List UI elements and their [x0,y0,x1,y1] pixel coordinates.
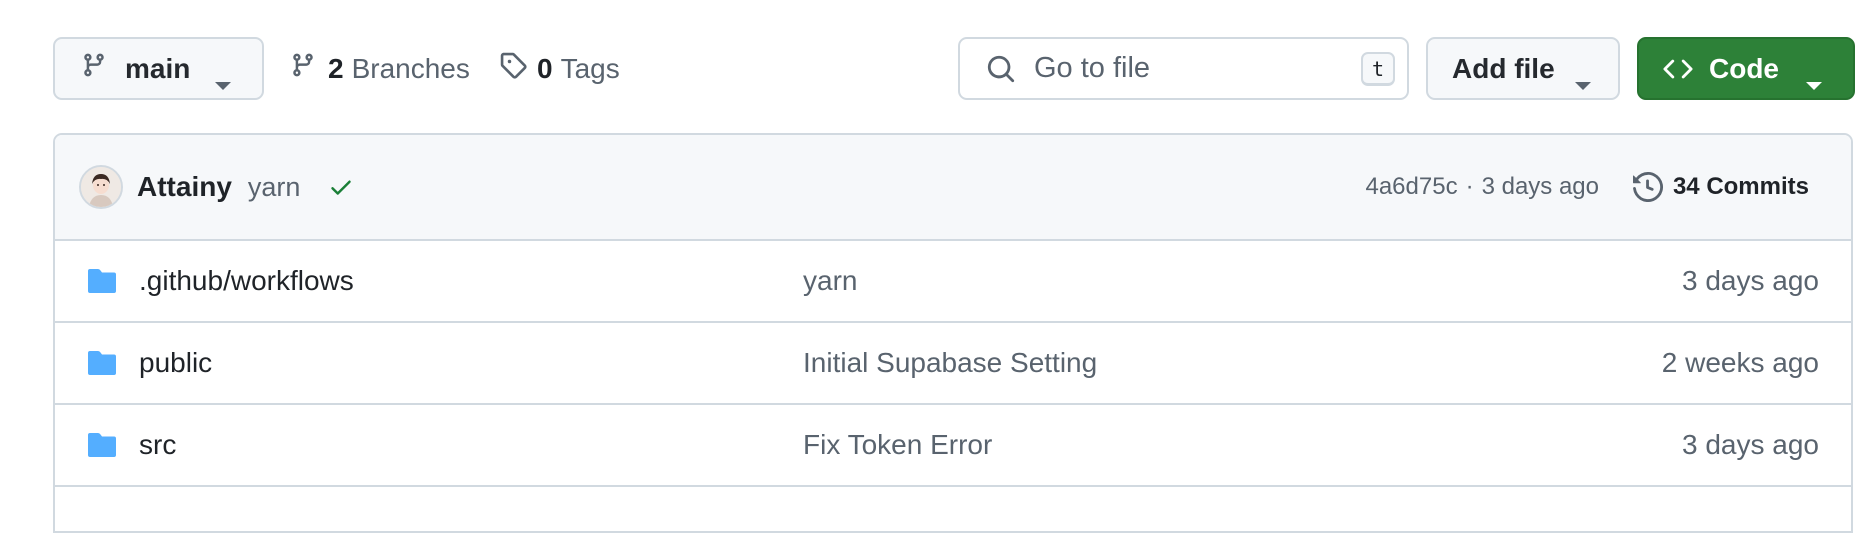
file-name-link[interactable]: src [139,429,176,461]
commits-history-link[interactable]: 34 Commits [1632,135,1809,239]
search-icon [986,54,1016,84]
file-list: .github/workflows yarn 3 days ago public… [55,241,1851,487]
chevron-down-icon [214,66,232,98]
code-icon [1663,54,1693,84]
history-icon [1632,172,1663,202]
folder-icon [86,432,118,463]
tags-count: 0 [537,52,553,84]
repo-toolbar: main 2 Branches 0 Tags t Add file [53,37,1855,100]
folder-icon [86,268,118,299]
file-commit-age: 2 weeks ago [1661,347,1819,378]
file-browser: Attainy yarn 4a6d75c · 3 days ago 34 Com… [53,133,1853,533]
git-branch-icon [290,50,316,87]
file-commit-age: 3 days ago [1682,265,1819,296]
file-name-link[interactable]: .github/workflows [139,265,354,297]
git-branch-icon [81,50,107,87]
folder-icon [86,350,118,381]
file-commit-message-link[interactable]: Fix Token Error [803,429,992,461]
tags-label: Tags [560,52,620,84]
latest-commit-bar: Attainy yarn 4a6d75c · 3 days ago 34 Com… [55,135,1851,241]
tags-link[interactable]: 0 Tags [499,37,620,100]
search-input[interactable] [1034,52,1334,85]
file-commit-age: 3 days ago [1682,429,1819,460]
code-button[interactable]: Code [1637,37,1855,100]
branches-link[interactable]: 2 Branches [290,37,470,100]
commits-count-label: 34 Commits [1672,173,1809,200]
commit-time: 3 days ago [1481,173,1599,200]
avatar[interactable] [79,165,123,209]
commit-author[interactable]: Attainy [137,171,232,203]
keyboard-shortcut-hint: t [1361,52,1395,86]
file-commit-message-link[interactable]: yarn [803,265,857,297]
go-to-file-search[interactable]: t [958,37,1409,100]
commit-sha[interactable]: 4a6d75c [1365,173,1457,201]
file-row[interactable]: public Initial Supabase Setting 2 weeks … [55,323,1851,405]
file-row[interactable]: src Fix Token Error 3 days ago [55,405,1851,487]
add-file-label: Add file [1452,52,1555,84]
branches-label: Branches [351,52,470,84]
check-icon[interactable] [328,174,354,200]
branch-name: main [125,52,191,84]
commit-meta: 4a6d75c · 3 days ago [1365,135,1599,239]
commit-message[interactable]: yarn [248,172,301,203]
file-row[interactable]: .github/workflows yarn 3 days ago [55,241,1851,323]
add-file-button[interactable]: Add file [1426,37,1620,100]
file-name-link[interactable]: public [139,347,212,379]
meta-separator: · [1465,173,1474,200]
code-label: Code [1709,52,1779,84]
chevron-down-icon [1805,66,1823,98]
chevron-down-icon [1574,66,1592,98]
file-commit-message-link[interactable]: Initial Supabase Setting [803,347,1097,379]
branches-count: 2 [328,52,344,84]
tag-icon [499,51,527,86]
branch-select-button[interactable]: main [53,37,264,100]
